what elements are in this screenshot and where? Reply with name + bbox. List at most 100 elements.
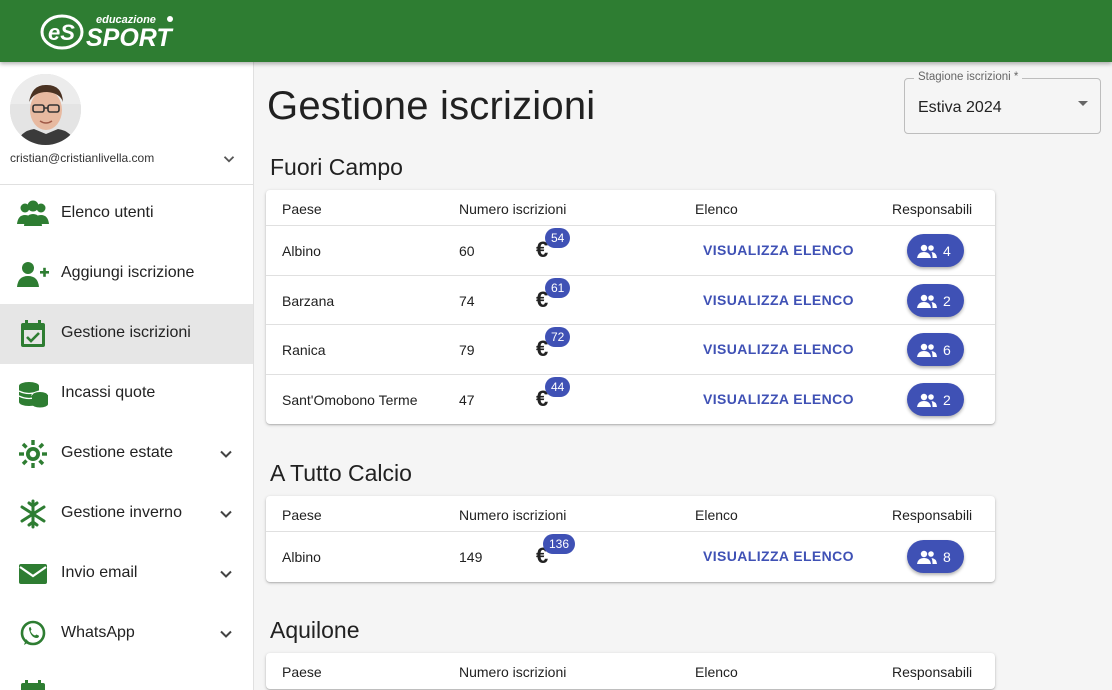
calendar-check-icon (16, 318, 50, 350)
section-title: A Tutto Calcio (270, 460, 412, 486)
table-header-row: Paese Numero iscrizioni Elenco Responsab… (266, 190, 995, 226)
dropdown-arrow-icon (1078, 101, 1088, 106)
sidebar-item-gestione-inverno[interactable]: Gestione inverno (0, 484, 253, 544)
numero-cell: 60 (459, 243, 475, 259)
paid-badge: 54 (545, 228, 571, 248)
table-header-row: Paese Numero iscrizioni Elenco Responsab… (266, 496, 995, 532)
chevron-down-icon (220, 630, 232, 638)
chevron-down-icon (220, 510, 232, 518)
table-row: Sant'Omobono Terme 47 € 44 VISUALIZZA EL… (266, 375, 995, 425)
responsabili-button[interactable]: 8 (907, 540, 964, 573)
header-elenco: Elenco (695, 507, 738, 523)
paid-badge: 44 (545, 376, 571, 397)
paid-badge: 136 (543, 534, 576, 554)
paese-cell: Sant'Omobono Terme (282, 391, 418, 408)
users-icon (16, 198, 50, 230)
sidebar-item-label: Gestione iscrizioni (61, 324, 191, 341)
sun-icon (16, 438, 50, 470)
visualizza-elenco-link[interactable]: VISUALIZZA ELENCO (703, 242, 854, 258)
paese-cell: Ranica (282, 342, 326, 358)
sidebar-item-incassi-quote[interactable]: Incassi quote (0, 364, 253, 424)
responsabili-count: 6 (943, 342, 951, 358)
responsabili-button[interactable]: 4 (907, 234, 964, 267)
table-row: Albino 60 € 54 VISUALIZZA ELENCO 4 (266, 226, 995, 276)
paese-cell: Albino (282, 549, 321, 565)
sidebar-item-label: Invio email (61, 564, 138, 581)
svg-text:eS: eS (48, 20, 75, 45)
header-paese: Paese (282, 201, 322, 217)
numero-cell: 47 (459, 391, 475, 408)
header-responsabili: Responsabili (892, 507, 973, 523)
numero-cell: 149 (459, 549, 483, 565)
sidebar-item-gestione-estate[interactable]: Gestione estate (0, 424, 253, 484)
sidebar-item-whatsapp[interactable]: WhatsApp (0, 604, 253, 664)
numero-cell: 79 (459, 342, 475, 358)
table-row: Barzana 74 € 61 VISUALIZZA ELENCO 2 (266, 276, 995, 325)
responsabili-button[interactable]: 2 (907, 382, 964, 416)
sidebar-item-label: Incassi quote (61, 384, 156, 401)
group-icon (917, 294, 937, 308)
user-email: cristian@cristianlivella.com (10, 151, 155, 165)
visualizza-elenco-link[interactable]: VISUALIZZA ELENCO (703, 391, 854, 407)
coins-icon (16, 378, 50, 410)
person-add-icon (16, 258, 50, 290)
paese-cell: Albino (282, 243, 321, 259)
mail-icon (16, 558, 50, 590)
header-paese: Paese (282, 664, 322, 680)
avatar[interactable] (10, 74, 81, 145)
calendar-icon (16, 678, 50, 690)
paid-badge: 61 (545, 277, 571, 298)
visualizza-elenco-link[interactable]: VISUALIZZA ELENCO (703, 341, 854, 357)
paese-cell: Barzana (282, 292, 335, 309)
sidebar: cristian@cristianlivella.com Elenco uten… (0, 62, 254, 690)
visualizza-elenco-link[interactable]: VISUALIZZA ELENCO (703, 548, 854, 564)
header-responsabili: Responsabili (892, 201, 973, 217)
sidebar-item-label: WhatsApp (61, 624, 135, 641)
responsabili-count: 8 (943, 549, 951, 565)
avatar-image (10, 74, 81, 145)
app-bar: eS educazione SPORT (0, 0, 1112, 62)
chevron-down-icon[interactable] (220, 150, 238, 168)
section-table: Paese Numero iscrizioni Elenco Responsab… (266, 190, 995, 424)
table-row: Albino 149 € 136 VISUALIZZA ELENCO 8 (266, 532, 995, 582)
sidebar-item-partial[interactable] (0, 664, 253, 690)
header-paese: Paese (282, 507, 322, 523)
responsabili-count: 4 (943, 243, 951, 259)
section-table: Paese Numero iscrizioni Elenco Responsab… (266, 496, 995, 582)
brand-logo-mark: eS educazione SPORT (40, 14, 174, 52)
snowflake-icon (16, 498, 50, 530)
sidebar-nav: Elenco utenti Aggiungi iscrizione Gestio… (0, 184, 253, 690)
header-elenco: Elenco (695, 201, 738, 217)
sidebar-item-label: Elenco utenti (61, 204, 154, 221)
header-numero: Numero iscrizioni (459, 664, 567, 680)
group-icon (917, 343, 937, 357)
header-responsabili: Responsabili (892, 664, 973, 680)
sidebar-item-label: Gestione estate (61, 444, 174, 461)
section-table: Paese Numero iscrizioni Elenco Responsab… (266, 653, 995, 689)
svg-text:SPORT: SPORT (86, 24, 174, 52)
group-icon (917, 393, 937, 407)
page-title: Gestione iscrizioni (267, 84, 596, 128)
visualizza-elenco-link[interactable]: VISUALIZZA ELENCO (703, 292, 854, 308)
sidebar-item-gestione-iscrizioni[interactable]: Gestione iscrizioni (0, 304, 253, 364)
numero-cell: 74 (459, 292, 475, 309)
sidebar-item-label: Aggiungi iscrizione (61, 264, 195, 281)
sidebar-item-elenco-utenti[interactable]: Elenco utenti (0, 184, 253, 244)
responsabili-button[interactable]: 6 (907, 333, 964, 366)
chevron-down-icon (220, 570, 232, 578)
sidebar-item-invio-email[interactable]: Invio email (0, 544, 253, 604)
brand-logo[interactable]: eS educazione SPORT (40, 6, 180, 56)
sidebar-item-aggiungi-iscrizione[interactable]: Aggiungi iscrizione (0, 244, 253, 304)
season-select[interactable]: Stagione iscrizioni * Estiva 2024 (904, 71, 1101, 134)
responsabili-count: 2 (943, 391, 951, 408)
main-content: Gestione iscrizioni Stagione iscrizioni … (254, 62, 1112, 690)
responsabili-button[interactable]: 2 (907, 283, 964, 317)
sidebar-item-label: Gestione inverno (61, 504, 182, 521)
header-elenco: Elenco (695, 664, 738, 680)
section-title: Fuori Campo (270, 154, 403, 180)
section-title: Aquilone (270, 617, 360, 643)
group-icon (917, 244, 937, 258)
table-header-row: Paese Numero iscrizioni Elenco Responsab… (266, 653, 995, 689)
season-select-label: Stagione iscrizioni * (914, 71, 1023, 83)
whatsapp-icon (16, 618, 50, 650)
